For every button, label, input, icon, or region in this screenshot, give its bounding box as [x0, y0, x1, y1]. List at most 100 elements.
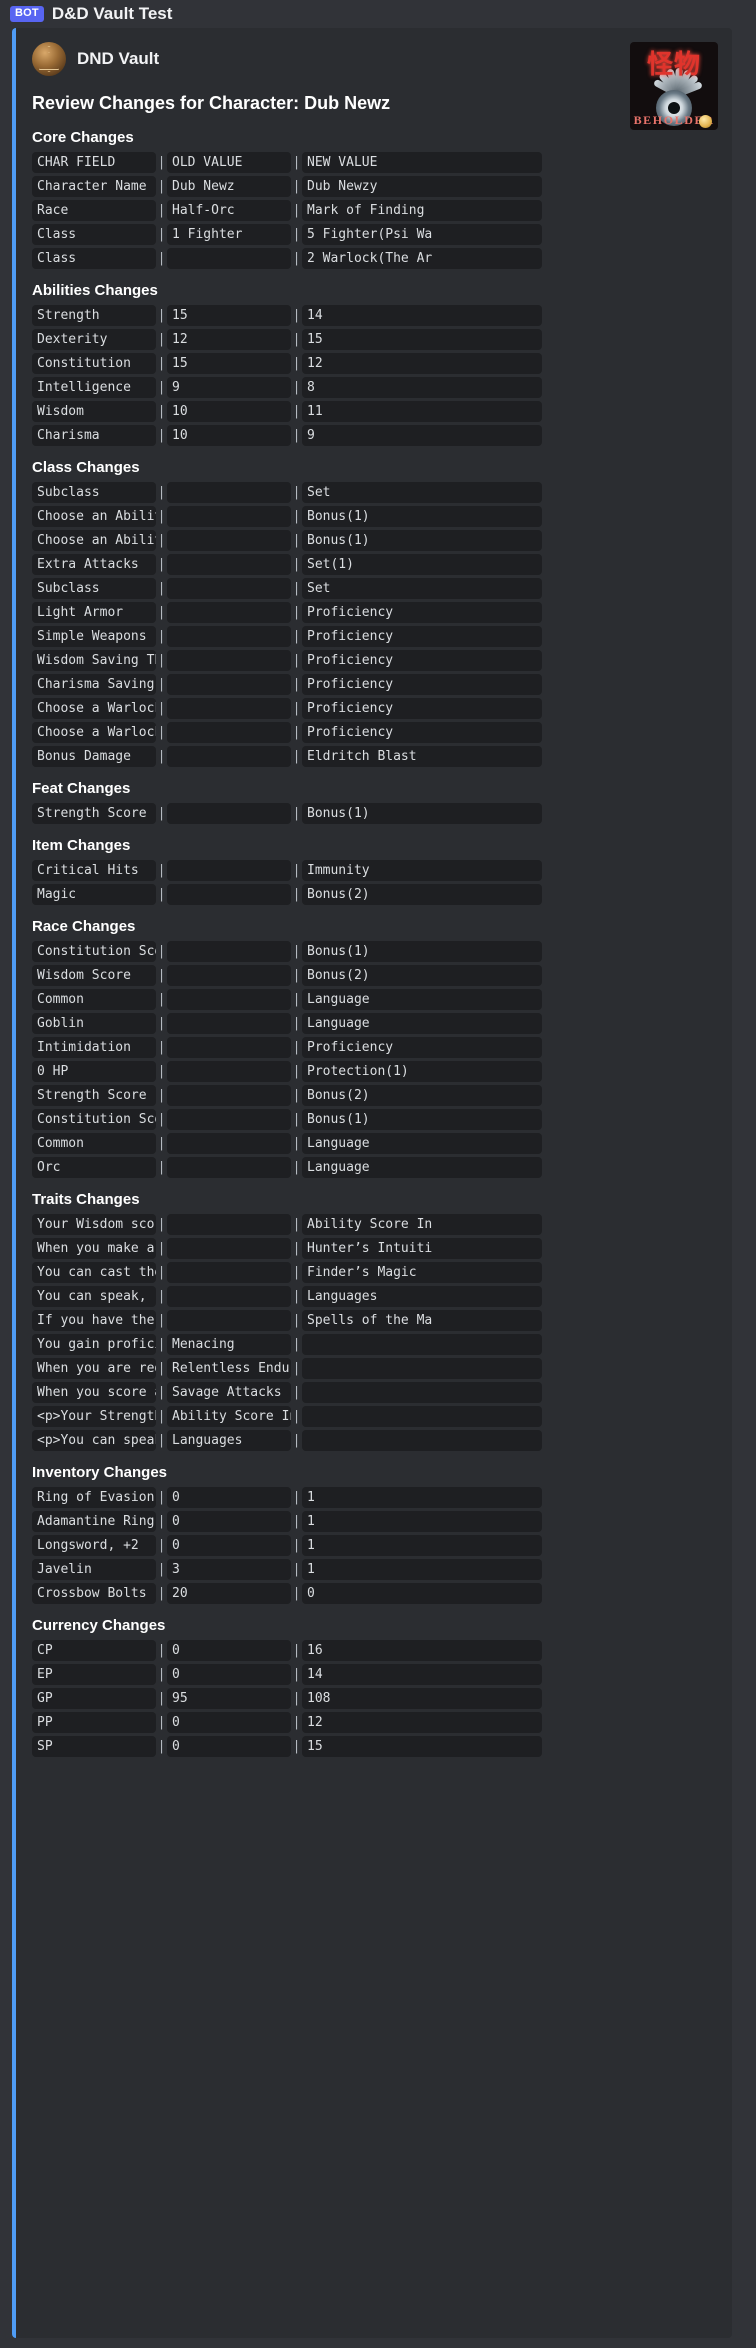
- table-cell: 95: [167, 1688, 291, 1709]
- table-row: Orc | | Language: [32, 1157, 716, 1178]
- table-row: Strength Score | | Bonus(1): [32, 803, 716, 824]
- table-row: When you score a | Savage Attacks |: [32, 1382, 716, 1403]
- table-row: Subclass | | Set: [32, 578, 716, 599]
- table-row: Choose an Abilit | | Bonus(1): [32, 506, 716, 527]
- table-cell: Proficiency: [302, 602, 542, 623]
- column-separator: |: [292, 944, 301, 959]
- table-cell: Set: [302, 578, 542, 599]
- table-row: Strength | 15 | 14: [32, 305, 716, 326]
- table-cell: [167, 1013, 291, 1034]
- table-cell: Languages: [167, 1430, 291, 1451]
- table-cell: [302, 1334, 542, 1355]
- table-row: Class | | 2 Warlock(The Ar: [32, 248, 716, 269]
- table-cell: 2 Warlock(The Ar: [302, 248, 542, 269]
- table-cell: Bonus(2): [302, 1085, 542, 1106]
- table-cell: Intelligence: [32, 377, 156, 398]
- column-separator: |: [292, 863, 301, 878]
- table-cell: Your Wisdom scor: [32, 1214, 156, 1235]
- table-cell: Critical Hits: [32, 860, 156, 881]
- table-cell: [167, 626, 291, 647]
- column-separator: |: [292, 1667, 301, 1682]
- table-cell: <p>You can speak: [32, 1430, 156, 1451]
- table-row: Choose an Abilit | | Bonus(1): [32, 530, 716, 551]
- table-cell: [167, 506, 291, 527]
- column-separator: |: [292, 1289, 301, 1304]
- column-separator: |: [157, 863, 166, 878]
- column-separator: |: [157, 1337, 166, 1352]
- embed-thumbnail[interactable]: 怪物 BEHOLDER: [630, 42, 718, 130]
- table-row: Constitution Sco | | Bonus(1): [32, 941, 716, 962]
- table-cell: CHAR FIELD: [32, 152, 156, 173]
- table-cell: Ability Score In: [302, 1214, 542, 1235]
- embed-field-value: Your Wisdom scor | | Ability Score In When y…: [32, 1214, 716, 1451]
- column-separator: |: [157, 701, 166, 716]
- embed-field-name: Feat Changes: [32, 780, 131, 797]
- embed-field: Inventory Changes Ring of Evasion | 0 | 1 Adam…: [32, 1463, 716, 1604]
- table-row: Subclass | | Set: [32, 482, 716, 503]
- column-separator: |: [292, 308, 301, 323]
- table-row: Charisma | 10 | 9: [32, 425, 716, 446]
- embed-field-value: Constitution Sco | | Bonus(1) Wisdom Score | |…: [32, 941, 716, 1178]
- table-row: Bonus Damage | | Eldritch Blast: [32, 746, 716, 767]
- table-row: Adamantine Ring | 0 | 1: [32, 1511, 716, 1532]
- column-separator: |: [292, 1490, 301, 1505]
- column-separator: |: [157, 944, 166, 959]
- table-cell: 20: [167, 1583, 291, 1604]
- table-cell: Bonus(2): [302, 884, 542, 905]
- table-cell: [302, 1430, 542, 1451]
- table-cell: Protection(1): [302, 1061, 542, 1082]
- table-cell: Subclass: [32, 578, 156, 599]
- table-cell: Wisdom Saving Th: [32, 650, 156, 671]
- table-cell: 9: [302, 425, 542, 446]
- table-row: You can cast the | | Finder’s Magic: [32, 1262, 716, 1283]
- table-cell: Choose an Abilit: [32, 506, 156, 527]
- table-cell: Eldritch Blast: [302, 746, 542, 767]
- table-cell: Magic: [32, 884, 156, 905]
- table-cell: 15: [302, 329, 542, 350]
- column-separator: |: [157, 1289, 166, 1304]
- column-separator: |: [292, 179, 301, 194]
- column-separator: |: [157, 1490, 166, 1505]
- column-separator: |: [157, 1691, 166, 1706]
- table-cell: Crossbow Bolts: [32, 1583, 156, 1604]
- embed-author-name[interactable]: DND Vault: [77, 49, 159, 69]
- column-separator: |: [292, 749, 301, 764]
- thumbnail-kanji-text: 怪物: [646, 50, 701, 80]
- embed-field-name: Inventory Changes: [32, 1464, 168, 1481]
- column-separator: |: [157, 653, 166, 668]
- table-cell: [167, 860, 291, 881]
- table-row: Goblin | | Language: [32, 1013, 716, 1034]
- column-separator: |: [292, 653, 301, 668]
- table-row: Your Wisdom scor | | Ability Score In: [32, 1214, 716, 1235]
- table-cell: 0: [167, 1712, 291, 1733]
- table-cell: [302, 1382, 542, 1403]
- column-separator: |: [292, 428, 301, 443]
- table-cell: Set(1): [302, 554, 542, 575]
- table-cell: Constitution Sco: [32, 1109, 156, 1130]
- column-separator: |: [292, 1433, 301, 1448]
- table-row: Constitution | 15 | 12: [32, 353, 716, 374]
- table-cell: [167, 989, 291, 1010]
- table-cell: Spells of the Ma: [302, 1310, 542, 1331]
- embed-field: Race Changes Constitution Sco | | Bonus(1) Wi…: [32, 917, 716, 1178]
- table-cell: Bonus Damage: [32, 746, 156, 767]
- table-cell: 15: [302, 1736, 542, 1757]
- table-cell: Dub Newzy: [302, 176, 542, 197]
- table-row: Ring of Evasion | 0 | 1: [32, 1487, 716, 1508]
- column-separator: |: [292, 887, 301, 902]
- column-separator: |: [292, 1739, 301, 1754]
- message-username[interactable]: D&D Vault Test: [52, 4, 173, 24]
- table-cell: Bonus(1): [302, 1109, 542, 1130]
- table-cell: [167, 248, 291, 269]
- table-cell: When you make a: [32, 1238, 156, 1259]
- column-separator: |: [157, 428, 166, 443]
- table-cell: 1 Fighter: [167, 224, 291, 245]
- embed-field: Item Changes Critical Hits | | Immunity Magic…: [32, 836, 716, 905]
- table-cell: 12: [302, 1712, 542, 1733]
- column-separator: |: [292, 701, 301, 716]
- column-separator: |: [157, 749, 166, 764]
- table-cell: [167, 1214, 291, 1235]
- table-cell: 10: [167, 425, 291, 446]
- column-separator: |: [292, 1160, 301, 1175]
- column-separator: |: [292, 251, 301, 266]
